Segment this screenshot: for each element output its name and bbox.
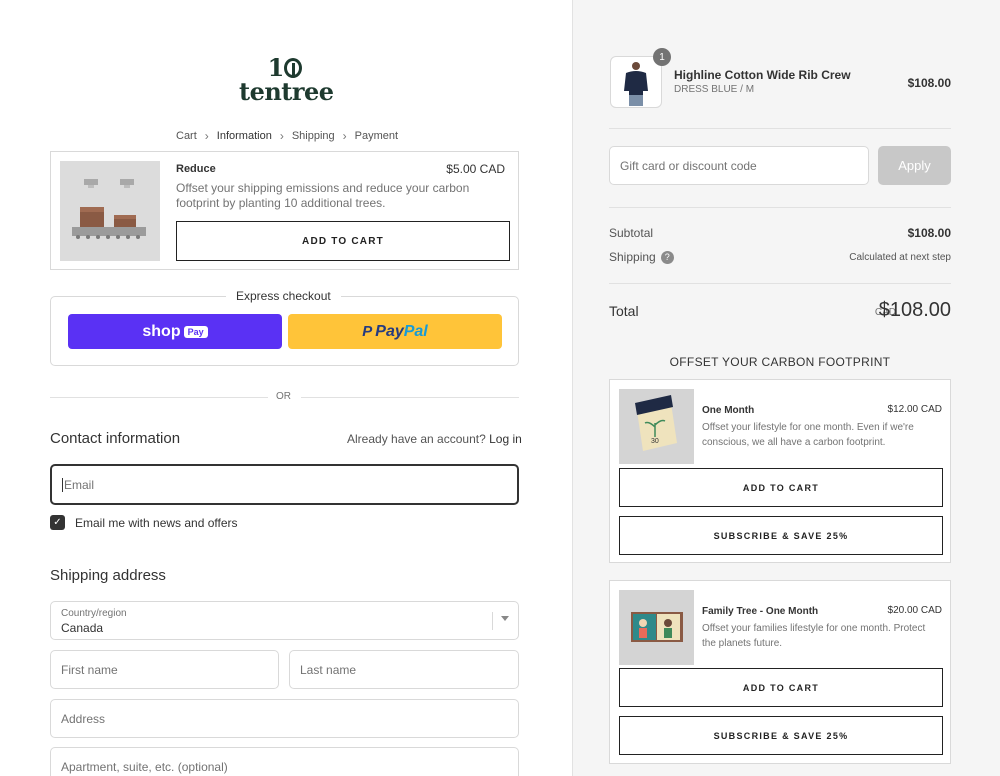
tentree-logo[interactable]: 10 1 tentree [239,56,334,106]
newsletter-label: Email me with news and offers [75,515,238,530]
shop-pay-button[interactable]: shop Pay [68,314,282,349]
reduce-title: Reduce [176,163,216,175]
card-price: $20.00 CAD [887,605,942,616]
express-checkout-label: Express checkout [226,289,341,303]
breadcrumb: Cart › Information › Shipping › Payment [176,129,398,143]
contact-heading: Contact information [50,430,181,447]
quantity-badge: 1 [653,48,671,66]
card-description: Offset your families lifestyle for one m… [702,623,926,649]
divider [609,128,951,129]
chevron-right-icon: › [342,129,347,143]
login-link[interactable]: Log in [489,432,522,446]
family-tree-image [619,590,694,665]
offset-card-family-tree: Family Tree - One Month $20.00 CAD Offse… [609,580,951,764]
newsletter-checkbox-row[interactable]: ✓ Email me with news and offers [50,515,238,530]
divider [609,283,951,284]
svg-text:30: 30 [651,438,659,445]
checkout-main: 10 1 tentree Cart › Information › Shippi… [0,0,572,776]
chevron-right-icon: › [279,129,284,143]
reduce-offer: Reduce $5.00 CAD Offset your shipping em… [50,151,519,270]
address-field[interactable]: Address [50,699,519,738]
product-variant: DRESS BLUE / M [674,84,755,95]
add-to-cart-button[interactable]: ADD TO CART [619,668,943,707]
first-name-field[interactable]: First name [50,650,279,689]
card-title: One Month [702,405,755,416]
discount-code-input[interactable]: Gift card or discount code [609,146,869,185]
total-label: Total [609,303,639,319]
product-thumbnail [610,56,662,108]
checkbox[interactable]: ✓ [50,515,65,530]
product-name: Highline Cotton Wide Rib Crew [674,68,851,82]
leaf-icon [284,58,303,78]
shipping-heading: Shipping address [50,567,166,584]
breadcrumb-shipping: Shipping [291,130,335,142]
subtotal-label: Subtotal [609,226,654,240]
reduce-image [60,161,160,261]
reduce-description: Offset your shipping emissions and reduc… [176,181,470,210]
add-to-cart-button[interactable]: ADD TO CART [619,468,943,507]
email-field[interactable]: Email [50,464,519,505]
divider [609,207,951,208]
breadcrumb-cart[interactable]: Cart [176,130,197,142]
chevron-right-icon: › [204,129,209,143]
paypal-button[interactable]: P Pay Pal [288,314,502,349]
card-description: Offset your lifestyle for one month. Eve… [702,422,914,448]
apartment-field[interactable]: Apartment, suite, etc. (optional) [50,747,519,776]
order-summary: 1 Highline Cotton Wide Rib Crew DRESS BL… [572,0,1000,776]
shipping-value: Calculated at next step [849,252,951,263]
reduce-add-to-cart-button[interactable]: ADD TO CART [176,221,510,261]
reduce-price: $5.00 CAD [446,162,505,176]
subscribe-save-button[interactable]: SUBSCRIBE & SAVE 25% [619,716,943,755]
card-price: $12.00 CAD [887,404,942,415]
breadcrumb-payment: Payment [354,130,399,142]
breadcrumb-information: Information [216,130,272,142]
country-select[interactable]: Country/region Canada [50,601,519,640]
help-icon[interactable]: ? [660,251,674,265]
express-checkout: Express checkout shop Pay P Pay Pal [50,289,519,366]
product-price: $108.00 [907,76,951,90]
offset-heading: OFFSET YOUR CARBON FOOTPRINT [669,355,891,369]
chevron-down-icon [501,616,509,621]
login-prompt: Already have an account? Log in [347,432,522,446]
last-name-field[interactable]: Last name [289,650,519,689]
or-divider: OR [50,391,519,403]
subtotal-value: $108.00 [907,226,951,240]
logo-wordmark: tentree [239,77,334,106]
total-value: $108.00 [878,299,951,321]
shipping-label-row: Shipping? [609,250,674,265]
card-title: Family Tree - One Month [702,606,819,617]
paypal-icon: P [362,323,373,340]
subscribe-save-button[interactable]: SUBSCRIBE & SAVE 25% [619,516,943,555]
apply-button[interactable]: Apply [878,146,951,185]
offset-card-one-month: 30 One Month $12.00 CAD Offset your life… [609,379,951,563]
calendar-image: 30 [619,389,694,464]
